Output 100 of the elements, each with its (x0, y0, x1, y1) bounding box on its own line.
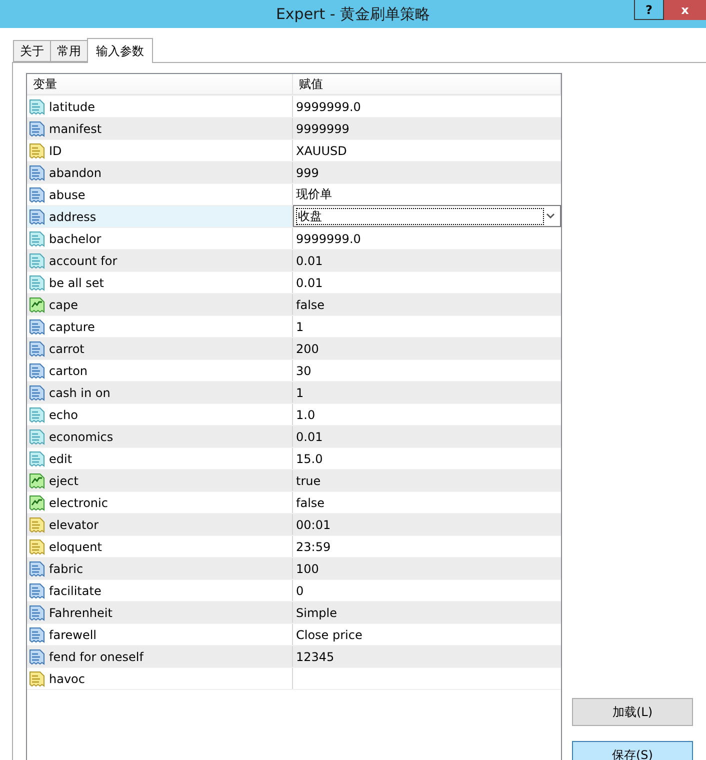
parameter-value[interactable]: 30 (293, 360, 561, 381)
variable-type-icon (29, 626, 45, 642)
variable-type-icon (29, 252, 45, 268)
parameter-name[interactable]: facilitate (27, 580, 293, 601)
variable-type-icon (29, 142, 45, 158)
parameter-name[interactable]: elevator (27, 514, 293, 535)
parameter-value[interactable]: 00:01 (293, 514, 561, 535)
tab[interactable]: 输入参数 (87, 38, 153, 63)
parameter-label: cash in on (49, 386, 110, 400)
parameter-name[interactable]: edit (27, 448, 293, 469)
parameter-name[interactable]: cape (27, 294, 293, 315)
parameter-name[interactable]: electronic (27, 492, 293, 513)
parameter-name[interactable]: eloquent (27, 536, 293, 557)
variable-type-icon (29, 362, 45, 378)
parameter-name[interactable]: fend for oneself (27, 646, 293, 667)
parameter-value[interactable]: false (293, 492, 561, 513)
close-button[interactable]: x (664, 0, 706, 20)
parameter-value[interactable]: 1 (293, 316, 561, 337)
parameter-label: eloquent (49, 540, 102, 554)
parameter-name[interactable]: account for (27, 250, 293, 271)
parameter-name[interactable]: latitude (27, 96, 293, 117)
parameter-label: abuse (49, 188, 86, 202)
parameter-name[interactable]: address (27, 206, 293, 227)
parameter-value[interactable]: Close price (293, 624, 561, 645)
parameter-label: Fahrenheit (49, 606, 112, 620)
column-header[interactable]: 赋值 (293, 74, 561, 95)
toggle-type-icon (29, 472, 45, 488)
toggle-type-icon (29, 296, 45, 312)
parameter-label: manifest (49, 122, 102, 136)
save-button[interactable]: 保存(S) (572, 741, 693, 760)
parameter-name[interactable]: eject (27, 470, 293, 491)
parameter-value[interactable]: 1.0 (293, 404, 561, 425)
parameter-value[interactable]: 12345 (293, 646, 561, 667)
variable-type-icon (29, 208, 45, 224)
parameter-name[interactable]: ID (27, 140, 293, 161)
parameter-value[interactable]: 200 (293, 338, 561, 359)
parameter-value[interactable]: 15.0 (293, 448, 561, 469)
parameter-value[interactable]: XAUUSD (293, 140, 561, 161)
variable-type-icon (29, 230, 45, 246)
parameter-value[interactable]: 100 (293, 558, 561, 579)
parameter-value[interactable]: 9999999 (293, 118, 561, 139)
parameter-name[interactable]: abuse (27, 184, 293, 205)
parameter-name[interactable]: capture (27, 316, 293, 337)
parameter-name[interactable]: carton (27, 360, 293, 381)
parameter-label: be all set (49, 276, 104, 290)
load-button[interactable]: 加载(L) (572, 698, 693, 726)
variable-type-icon (29, 406, 45, 422)
parameter-label: latitude (49, 100, 96, 114)
parameter-label: eject (49, 474, 78, 488)
parameter-value[interactable]: 1 (293, 382, 561, 403)
parameter-label: electronic (49, 496, 108, 510)
parameter-label: capture (49, 320, 95, 334)
parameter-label: bachelor (49, 232, 102, 246)
variable-type-icon (29, 670, 45, 686)
parameter-value[interactable]: 23:59 (293, 536, 561, 557)
parameter-value[interactable]: 0 (293, 580, 561, 601)
parameter-label: abandon (49, 166, 102, 180)
parameter-name[interactable]: fabric (27, 558, 293, 579)
parameter-name[interactable]: bachelor (27, 228, 293, 249)
parameter-name[interactable]: be all set (27, 272, 293, 293)
parameter-value[interactable]: 0.01 (293, 426, 561, 447)
parameter-value[interactable]: true (293, 470, 561, 491)
parameter-label: havoc (49, 672, 85, 686)
parameter-label: account for (49, 254, 118, 268)
parameter-label: elevator (49, 518, 99, 532)
parameter-value[interactable]: false (293, 294, 561, 315)
parameter-label: edit (49, 452, 72, 466)
parameter-value[interactable]: 0.01 (293, 272, 561, 293)
parameter-name[interactable]: carrot (27, 338, 293, 359)
dropdown-value: 收盘 (296, 208, 544, 224)
parameter-label: fend for oneself (49, 650, 144, 664)
variable-type-icon (29, 604, 45, 620)
value-dropdown[interactable]: 收盘 (293, 205, 561, 227)
parameter-name[interactable]: havoc (27, 668, 293, 689)
parameter-value[interactable]: 9999999.0 (293, 228, 561, 249)
parameter-label: carton (49, 364, 88, 378)
parameter-value[interactable]: Simple (293, 602, 561, 623)
parameter-name[interactable]: abandon (27, 162, 293, 183)
parameter-value[interactable]: 999 (293, 162, 561, 183)
parameter-name[interactable]: Fahrenheit (27, 602, 293, 623)
tab[interactable]: 常用 (50, 40, 88, 62)
parameter-name[interactable]: cash in on (27, 382, 293, 403)
parameter-name[interactable]: economics (27, 426, 293, 447)
variable-type-icon (29, 340, 45, 356)
parameter-label: carrot (49, 342, 84, 356)
parameter-name[interactable]: manifest (27, 118, 293, 139)
variable-type-icon (29, 164, 45, 180)
parameter-value[interactable]: 现价单 (293, 184, 561, 205)
variable-type-icon (29, 560, 45, 576)
column-header[interactable]: 变量 (27, 74, 293, 95)
parameter-name[interactable]: echo (27, 404, 293, 425)
tab[interactable]: 关于 (13, 40, 51, 62)
variable-type-icon (29, 450, 45, 466)
parameter-value[interactable]: 0.01 (293, 250, 561, 271)
parameter-label: echo (49, 408, 78, 422)
variable-type-icon (29, 538, 45, 554)
parameter-name[interactable]: farewell (27, 624, 293, 645)
parameter-value[interactable]: 9999999.0 (293, 96, 561, 117)
variable-type-icon (29, 186, 45, 202)
variable-type-icon (29, 120, 45, 136)
